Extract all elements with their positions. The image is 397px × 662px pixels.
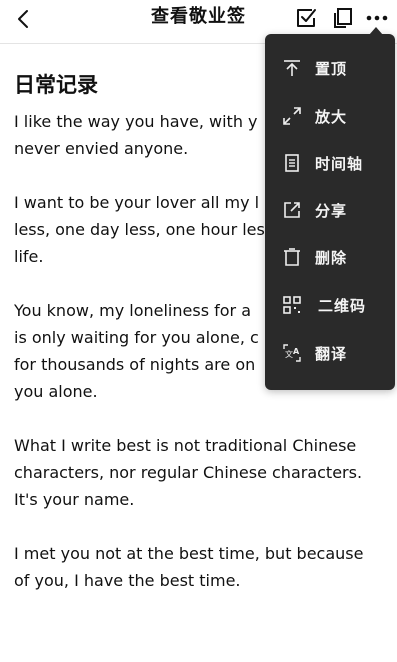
menu-item-timeline[interactable]: 时间轴 xyxy=(265,143,395,183)
more-menu: 置顶 放大 时间轴 分享 删除 二维码 文 A 翻译 xyxy=(265,27,395,390)
menu-item-delete[interactable]: 删除 xyxy=(265,237,395,277)
menu-item-label: 翻译 xyxy=(315,344,348,363)
more-dots-icon xyxy=(366,15,388,21)
menu-item-label: 置顶 xyxy=(315,59,348,78)
timeline-icon xyxy=(282,153,302,173)
pin-top-icon xyxy=(282,58,302,78)
menu-item-label: 分享 xyxy=(315,201,348,220)
menu-item-translate[interactable]: 文 A 翻译 xyxy=(265,333,395,373)
copy-button[interactable] xyxy=(329,5,355,31)
trash-icon xyxy=(282,247,302,267)
checkbox-edit-icon xyxy=(297,9,316,27)
menu-item-qrcode[interactable]: 二维码 xyxy=(265,285,395,325)
menu-item-label: 删除 xyxy=(315,248,348,267)
menu-item-label: 时间轴 xyxy=(315,154,364,173)
note-paragraph: What I write best is not traditional Chi… xyxy=(14,436,363,509)
edit-check-button[interactable] xyxy=(293,5,319,31)
menu-item-share[interactable]: 分享 xyxy=(265,190,395,230)
svg-text:文: 文 xyxy=(285,349,293,359)
svg-text:A: A xyxy=(293,347,300,356)
menu-item-zoom[interactable]: 放大 xyxy=(265,96,395,136)
qrcode-icon xyxy=(282,295,302,315)
menu-item-pin-top[interactable]: 置顶 xyxy=(265,48,395,88)
translate-icon: 文 A xyxy=(282,343,302,363)
share-icon xyxy=(282,200,302,220)
expand-icon xyxy=(282,106,302,126)
menu-item-label: 放大 xyxy=(315,107,348,126)
copy-icon xyxy=(334,8,352,28)
menu-item-label: 二维码 xyxy=(318,296,367,315)
note-paragraph: I met you not at the best time, but beca… xyxy=(14,544,364,590)
